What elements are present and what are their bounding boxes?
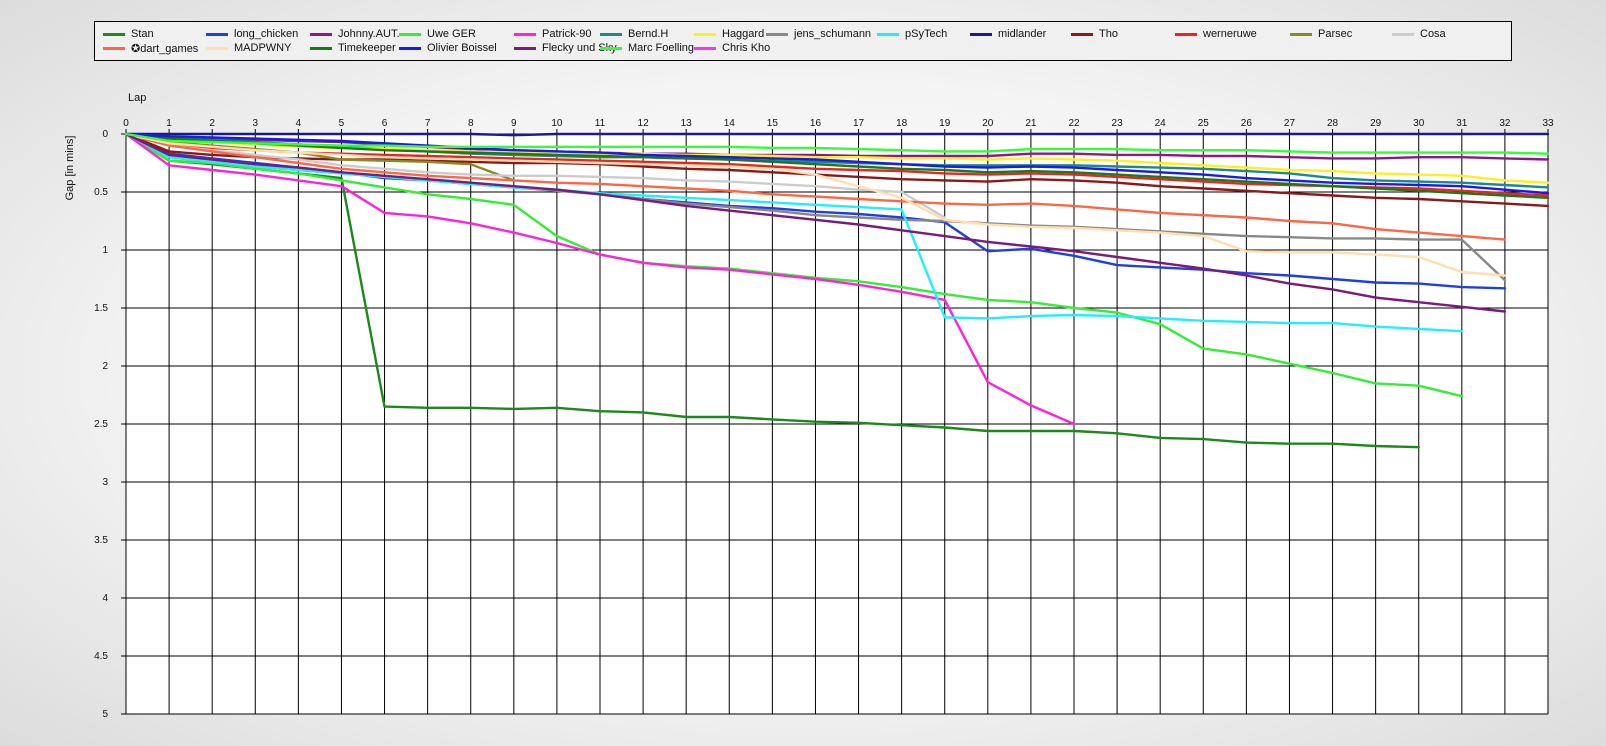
x-tick-label: 31	[1456, 118, 1468, 129]
x-tick-label: 12	[638, 118, 650, 129]
y-tick-label: 4.5	[94, 651, 108, 662]
x-tick-label: 21	[1025, 118, 1037, 129]
x-tick-label: 7	[425, 118, 431, 129]
x-tick-label: 10	[551, 118, 563, 129]
x-tick-label: 13	[681, 118, 693, 129]
y-tick-label: 2	[102, 361, 108, 372]
x-tick-label: 23	[1112, 118, 1124, 129]
x-tick-label: 3	[252, 118, 258, 129]
gap-chart: Lap Gap [in mins] 0 1 2 3 4 5 6 7 8 9 10 11 12 13 14 15…	[64, 92, 1554, 720]
x-tick-label: 9	[511, 118, 517, 129]
x-axis-title: Lap	[128, 92, 146, 104]
y-tick-label: 2.5	[94, 419, 108, 430]
x-tick-label: 22	[1068, 118, 1080, 129]
x-tick-label: 14	[724, 118, 736, 129]
x-tick-label: 0	[123, 118, 129, 129]
x-tick-label: 32	[1499, 118, 1511, 129]
x-tick-label: 28	[1327, 118, 1339, 129]
x-tick-label: 33	[1542, 118, 1554, 129]
y-tick-label: 5	[102, 709, 108, 720]
x-tick-label: 19	[939, 118, 951, 129]
x-tick-label: 26	[1241, 118, 1253, 129]
y-tick-label: 1.5	[94, 303, 108, 314]
x-tick-label: 11	[595, 118, 606, 129]
y-tick-label: 1	[102, 245, 108, 256]
x-tick-label: 25	[1198, 118, 1210, 129]
x-tick-label: 2	[209, 118, 215, 129]
y-tick-label: 0.5	[94, 187, 108, 198]
x-tick-label: 17	[853, 118, 865, 129]
x-tick-label: 8	[468, 118, 474, 129]
y-tick-label: 3	[102, 477, 108, 488]
x-tick-label: 27	[1284, 118, 1296, 129]
x-tick-label: 30	[1413, 118, 1425, 129]
x-tick-label: 16	[810, 118, 822, 129]
y-tick-label: 0	[102, 129, 108, 140]
x-tick-label: 5	[339, 118, 345, 129]
x-tick-label: 4	[296, 118, 302, 129]
y-tick-label: 3.5	[94, 535, 108, 546]
x-tick-label: 6	[382, 118, 388, 129]
y-tick-label: 4	[102, 593, 108, 604]
x-tick-label: 29	[1370, 118, 1382, 129]
x-tick-label: 15	[767, 118, 779, 129]
x-tick-label: 20	[982, 118, 994, 129]
x-tick-label: 1	[166, 118, 172, 129]
x-tick-label: 18	[896, 118, 908, 129]
series-line-9	[124, 132, 1550, 137]
x-tick-label: 24	[1155, 118, 1167, 129]
y-axis-title: Gap [in mins]	[64, 136, 76, 201]
